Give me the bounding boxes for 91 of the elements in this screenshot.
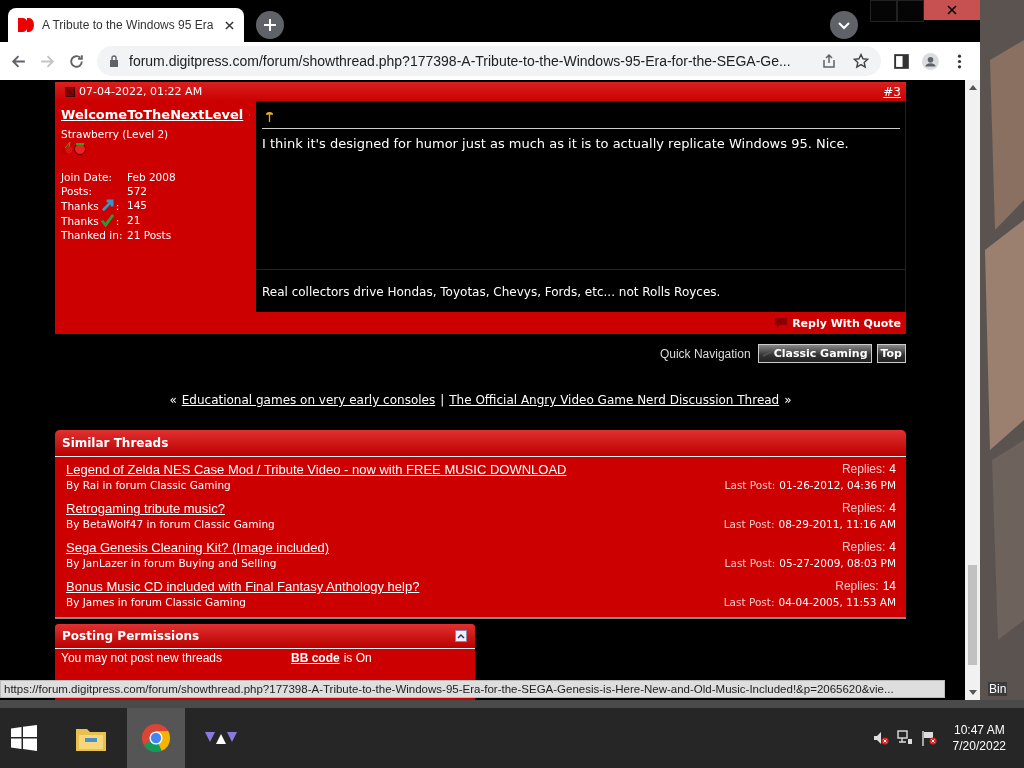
clock[interactable]: 10:47 AM 7/20/2022 xyxy=(952,723,1006,753)
desktop-icon-label[interactable]: Bin xyxy=(988,682,1008,696)
thread-link[interactable]: Retrogaming tribute music? xyxy=(66,501,275,516)
last-post-label: Last Post: xyxy=(724,479,776,491)
stat-label: Thanks xyxy=(61,214,99,227)
replies-count: 4 xyxy=(889,501,896,515)
last-post-date: 04-04-2005, 11:53 AM xyxy=(778,596,896,608)
stat-value: Feb 2008 xyxy=(127,171,177,183)
site-logo-icon xyxy=(18,18,34,32)
quick-navigation-label: Quick Navigation xyxy=(659,346,751,361)
profile-icon[interactable] xyxy=(922,52,939,70)
reply-with-quote-button[interactable]: Reply With Quote xyxy=(769,316,906,330)
previous-thread-link[interactable]: Educational games on very early consoles xyxy=(181,393,436,407)
username-link[interactable]: WelcomeToTheNextLevel xyxy=(61,107,244,122)
browser-app-button[interactable] xyxy=(127,708,185,768)
flag-icon[interactable] xyxy=(920,730,937,746)
guillemet: « xyxy=(169,393,177,407)
star-icon[interactable] xyxy=(853,53,869,69)
stat-separator: : xyxy=(115,199,120,212)
scroll-down-icon[interactable] xyxy=(968,690,977,695)
muted-speaker-icon[interactable] xyxy=(872,730,889,746)
network-icon[interactable] xyxy=(896,730,913,746)
chevron-down-icon[interactable] xyxy=(830,11,858,39)
last-post-label: Last Post: xyxy=(723,518,775,530)
separator: | xyxy=(440,393,445,407)
status-bar-url: https://forum.digitpress.com/forum/showthread.php?177398-A-Tribute-to-the-Windows-95-Era-for-the-SEGA-Genesis-is-Here-New-and-Old-Music-Included!&p=2065620&vie... xyxy=(0,680,945,698)
replies-label: Replies: xyxy=(841,501,886,515)
chrome-icon xyxy=(140,723,172,753)
replies-label: Replies: xyxy=(841,540,886,554)
checkmark-icon xyxy=(100,214,114,227)
last-post-date: 05-27-2009, 08:03 PM xyxy=(779,557,896,569)
reload-icon[interactable] xyxy=(68,52,85,70)
panel-title: Posting Permissions xyxy=(62,629,200,643)
fruit-icons-drawing xyxy=(61,141,87,155)
speech-bubble-icon xyxy=(774,317,789,329)
thread-author: By BetaWolf47 in forum Classic Gaming xyxy=(66,518,275,530)
thread-author: By JanLazer in forum Buying and Selling xyxy=(66,557,278,569)
user-rank: Strawberry (Level 2) xyxy=(61,128,170,140)
lock-icon xyxy=(109,55,119,67)
thread-link[interactable]: Legend of Zelda NES Case Mod / Tribute Video - now with FREE MUSIC DOWNLOAD xyxy=(66,462,567,477)
close-icon xyxy=(947,5,957,15)
stat-separator: : xyxy=(115,214,120,227)
stat-label: Thanked in: xyxy=(61,229,123,241)
close-button[interactable] xyxy=(924,0,980,20)
post-number-link[interactable]: #3 xyxy=(883,84,901,99)
browser-tab[interactable]: A Tribute to the Windows 95 Era xyxy=(8,8,244,42)
arrow-icon xyxy=(100,199,114,212)
close-icon[interactable] xyxy=(225,20,234,30)
share-icon[interactable] xyxy=(821,53,837,69)
thread-link[interactable]: Sega Genesis Cleaning Kit? (Image included) xyxy=(66,540,330,555)
permission-text: You may not post new threads xyxy=(61,651,223,667)
stat-value: 21 xyxy=(127,214,142,227)
collapse-icon[interactable] xyxy=(455,630,467,642)
panel-title: Similar Threads xyxy=(62,436,169,450)
thread-author: By James in forum Classic Gaming xyxy=(66,596,248,608)
guillemet: » xyxy=(784,393,792,407)
stat-label: Posts: xyxy=(61,185,92,197)
post-icon xyxy=(265,111,274,122)
thread-author: By Rai in forum Classic Gaming xyxy=(66,479,232,491)
last-post-label: Last Post: xyxy=(724,557,776,569)
replies-label: Replies: xyxy=(835,579,879,593)
bb-setting-link[interactable]: BB code xyxy=(291,651,340,667)
side-panel-icon[interactable] xyxy=(893,52,910,70)
thread-link[interactable]: Bonus Music CD included with Final Fantasy Anthology help? xyxy=(66,579,420,594)
replies-count: 14 xyxy=(882,579,896,593)
replies-count: 4 xyxy=(889,462,896,476)
new-tab-icon[interactable] xyxy=(256,11,284,39)
stat-label: Thanks xyxy=(61,199,99,212)
post-status-icon xyxy=(65,86,75,97)
scrollbar[interactable] xyxy=(965,80,980,700)
stat-label: Join Date: xyxy=(61,171,113,183)
stat-value: 145 xyxy=(127,199,149,212)
last-post-label: Last Post: xyxy=(723,596,775,608)
clock-time: 10:47 AM xyxy=(953,723,1005,737)
windows-start-icon[interactable] xyxy=(11,725,37,751)
setting-state: is On xyxy=(343,651,372,667)
clock-date: 7/20/2022 xyxy=(952,739,1006,753)
last-post-date: 08-29-2011, 11:16 AM xyxy=(778,518,896,530)
post-date: 07-04-2022, 01:22 AM xyxy=(79,85,203,98)
last-post-date: 01-26-2012, 04:36 PM xyxy=(779,479,896,491)
top-button[interactable]: Top xyxy=(876,344,906,363)
stat-value: 572 xyxy=(127,185,149,197)
next-thread-link[interactable]: The Official Angry Video Game Nerd Discussion Thread xyxy=(449,393,780,407)
forum-jump-button[interactable]: Classic Gaming xyxy=(757,344,872,363)
scroll-up-icon[interactable] xyxy=(968,85,977,90)
address-bar[interactable]: forum.digitpress.com/forum/showthread.php?177398-A-Tribute-to-the-Windows-95-Era-for-the-SEGA-Ge... xyxy=(97,46,881,76)
stat-value: 21 Posts xyxy=(127,229,173,241)
replies-count: 4 xyxy=(889,540,896,554)
scroll-thumb[interactable] xyxy=(968,565,977,665)
post-message: I think it's designed for humor just as much as it is to actually replicate Windows 95. Nice. xyxy=(262,128,900,269)
replies-label: Replies: xyxy=(841,462,886,476)
